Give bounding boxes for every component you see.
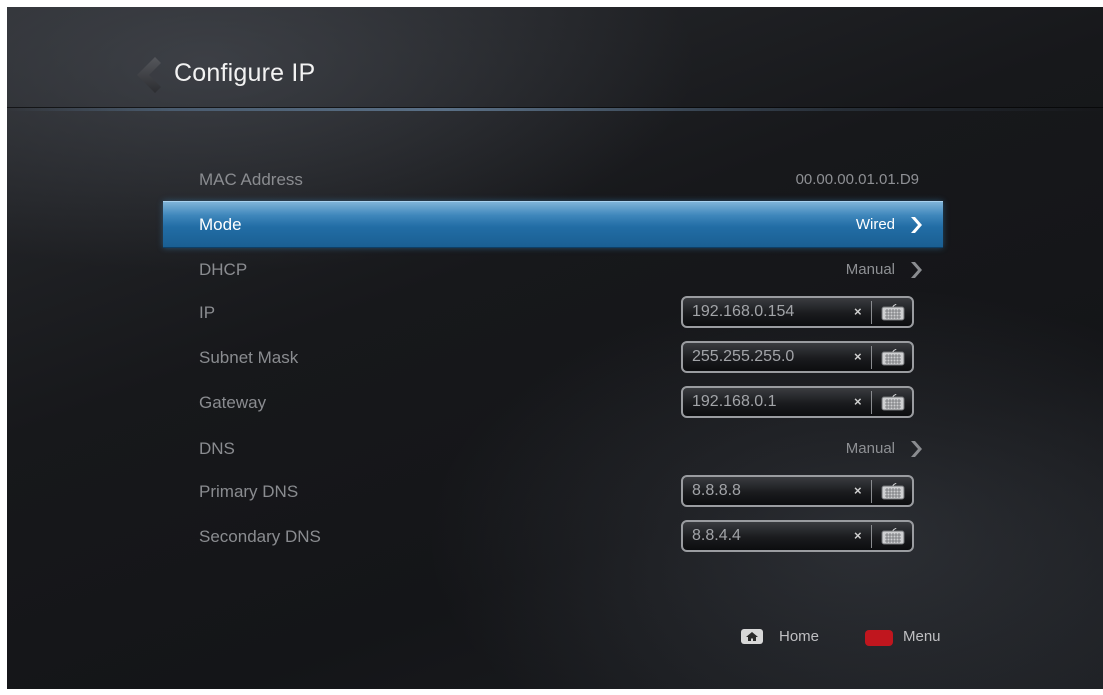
dhcp-value: Manual <box>845 261 895 278</box>
ip-label: IP <box>199 303 216 322</box>
page-title: Configure IP <box>174 59 316 87</box>
keyboard-icon[interactable] <box>881 394 905 411</box>
row-mac-address: MAC Address 00.00.00.01.01.D9 <box>163 157 943 202</box>
keyboard-icon[interactable] <box>881 528 905 545</box>
chevron-right-icon <box>911 217 922 233</box>
mac-address-value: 00.00.00.01.01.D9 <box>795 171 919 188</box>
subnet-mask-input-value: 255.255.255.0 <box>692 348 795 365</box>
mode-label: Mode <box>199 215 242 234</box>
dns-value: Manual <box>845 440 895 457</box>
field-divider <box>871 391 872 414</box>
screen: Configure IP MAC Address 00.00.00.01.01.… <box>7 7 1103 689</box>
home-label: Home <box>779 628 820 645</box>
secondary-dns-label: Secondary DNS <box>199 527 321 546</box>
clear-icon[interactable]: × <box>854 483 862 498</box>
row-dhcp[interactable]: DHCP Manual <box>163 247 943 292</box>
clear-icon[interactable]: × <box>854 528 862 543</box>
row-gateway: Gateway 192.168.0.1 × <box>163 380 943 425</box>
chevron-right-icon <box>911 441 922 457</box>
menu-red-button-icon[interactable] <box>865 630 893 646</box>
row-dns[interactable]: DNS Manual <box>163 426 943 471</box>
clear-icon[interactable]: × <box>854 304 862 319</box>
ip-input-value: 192.168.0.154 <box>692 303 795 320</box>
subnet-mask-input[interactable]: 255.255.255.0 × <box>681 341 914 373</box>
keyboard-icon[interactable] <box>881 483 905 500</box>
secondary-dns-input[interactable]: 8.8.4.4 × <box>681 520 914 552</box>
footer-hints: Home Menu <box>741 627 981 651</box>
mode-value: Wired <box>855 216 895 233</box>
chevron-left-icon[interactable] <box>135 55 161 95</box>
clear-icon[interactable]: × <box>854 394 862 409</box>
primary-dns-input-value: 8.8.8.8 <box>692 482 741 499</box>
subnet-mask-label: Subnet Mask <box>199 348 299 367</box>
field-divider <box>871 525 872 548</box>
secondary-dns-input-value: 8.8.4.4 <box>692 527 741 544</box>
gateway-label: Gateway <box>199 393 267 412</box>
chevron-right-icon <box>911 262 922 278</box>
field-divider <box>871 301 872 324</box>
header: Configure IP <box>7 7 1103 111</box>
row-secondary-dns: Secondary DNS 8.8.4.4 × <box>163 514 943 559</box>
gateway-input-value: 192.168.0.1 <box>692 393 777 410</box>
primary-dns-label: Primary DNS <box>199 482 299 501</box>
row-subnet-mask: Subnet Mask 255.255.255.0 × <box>163 335 943 380</box>
dns-label: DNS <box>199 439 235 458</box>
keyboard-icon[interactable] <box>881 304 905 321</box>
dhcp-label: DHCP <box>199 260 248 279</box>
primary-dns-input[interactable]: 8.8.8.8 × <box>681 475 914 507</box>
home-glyph <box>746 632 758 641</box>
gateway-input[interactable]: 192.168.0.1 × <box>681 386 914 418</box>
header-divider <box>7 108 1103 111</box>
field-divider <box>871 480 872 503</box>
mac-address-label: MAC Address <box>199 170 303 189</box>
row-primary-dns: Primary DNS 8.8.8.8 × <box>163 469 943 514</box>
field-divider <box>871 346 872 369</box>
row-mode[interactable]: Mode Wired <box>163 201 943 248</box>
keyboard-icon[interactable] <box>881 349 905 366</box>
menu-label: Menu <box>903 628 941 645</box>
ip-input[interactable]: 192.168.0.154 × <box>681 296 914 328</box>
clear-icon[interactable]: × <box>854 349 862 364</box>
home-icon[interactable] <box>741 629 763 644</box>
row-ip: IP 192.168.0.154 × <box>163 290 943 335</box>
